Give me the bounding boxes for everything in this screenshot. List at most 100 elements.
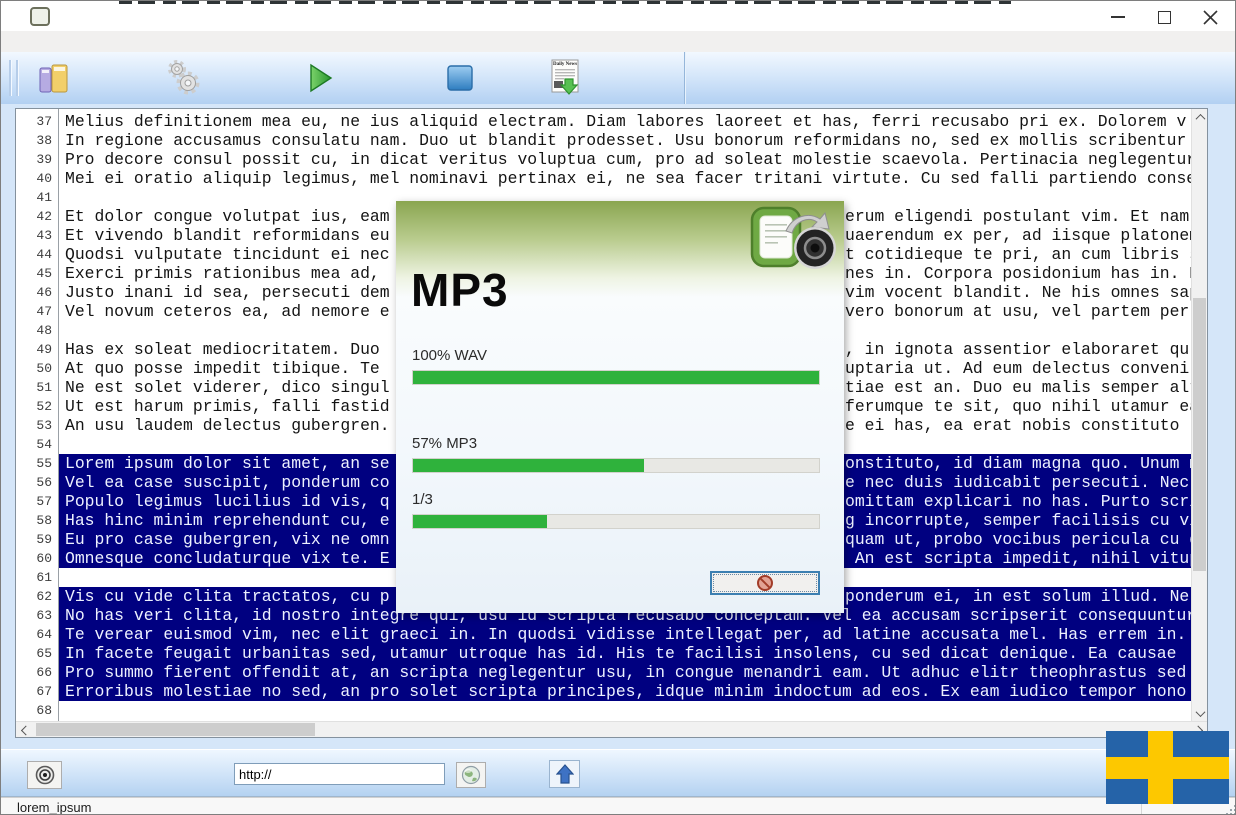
close-icon <box>1202 9 1218 25</box>
editor-line[interactable]: 39 Pro decore consul possit cu, in dicat … <box>16 150 1191 169</box>
maximize-button[interactable] <box>1147 5 1181 29</box>
editor-line[interactable]: 65 In facete feugait urbanitas sed, utamu… <box>16 644 1191 663</box>
app-window: Daily News 37 Melius definitionem mea eu,… <box>0 0 1236 815</box>
toolbar-gripper[interactable] <box>9 60 12 96</box>
line-number: 41 <box>36 190 52 205</box>
play-button[interactable] <box>301 58 341 98</box>
line-number: 46 <box>36 285 52 300</box>
close-button[interactable] <box>1193 5 1227 29</box>
toolbar-separator <box>684 52 686 104</box>
vertical-scroll-thumb[interactable] <box>1193 298 1206 571</box>
chevron-down-icon <box>1195 706 1205 717</box>
line-number: 68 <box>36 703 52 718</box>
library-button[interactable] <box>34 58 74 98</box>
line-number: 55 <box>36 456 52 471</box>
main-toolbar: Daily News <box>1 52 1235 105</box>
menu-strip <box>1 31 1235 53</box>
line-number: 48 <box>36 323 52 338</box>
line-number: 66 <box>36 665 52 680</box>
line-number: 49 <box>36 342 52 357</box>
horizontal-scrollbar[interactable] <box>16 721 1207 737</box>
dialog-title: MP3 <box>411 264 509 316</box>
line-number: 53 <box>36 418 52 433</box>
gears-icon <box>168 60 200 95</box>
progress-block: 57% MP3 <box>412 435 820 473</box>
line-number: 47 <box>36 304 52 319</box>
status-bar: lorem_ipsum <box>1 797 1235 815</box>
stop-icon <box>447 65 473 91</box>
minimize-button[interactable] <box>1101 5 1135 29</box>
toolbar-gripper[interactable] <box>16 60 19 96</box>
daily-news-icon-label: Daily News <box>552 62 578 67</box>
line-number: 45 <box>36 266 52 281</box>
scroll-up-button[interactable] <box>1192 109 1208 125</box>
editor-line[interactable]: 38 In regione accusamus consulatu nam. Du… <box>16 131 1191 150</box>
upload-button[interactable] <box>549 760 580 788</box>
sweden-flag <box>1106 731 1229 804</box>
play-icon <box>310 63 333 93</box>
vertical-scrollbar[interactable] <box>1191 109 1207 721</box>
app-window-icon <box>30 7 50 26</box>
line-number: 61 <box>36 570 52 585</box>
editor-line[interactable]: 67 Erroribus molestiae no sed, an pro sol… <box>16 682 1191 701</box>
line-number: 50 <box>36 361 52 376</box>
line-number: 63 <box>36 608 52 623</box>
line-number: 52 <box>36 399 52 414</box>
url-input[interactable] <box>234 763 445 785</box>
speaker-icon <box>35 765 54 785</box>
chevron-left-icon <box>20 725 31 735</box>
books-icon <box>39 64 68 93</box>
upload-arrow-icon <box>555 764 574 784</box>
daily-news-button[interactable]: Daily News <box>545 58 585 98</box>
text-to-audio-icon <box>746 205 838 278</box>
scroll-down-button[interactable] <box>1192 705 1208 721</box>
line-number: 42 <box>36 209 52 224</box>
maximize-icon <box>1157 10 1171 24</box>
line-text: In regione accusamus consulatu nam. Duo … <box>65 131 1187 150</box>
chevron-up-icon <box>1195 113 1205 124</box>
gutter-separator <box>58 109 59 721</box>
line-number: 65 <box>36 646 52 661</box>
resize-grip[interactable] <box>1230 809 1232 811</box>
editor-line[interactable]: 37 Melius definitionem mea eu, ne ius ali… <box>16 112 1191 131</box>
line-number: 67 <box>36 684 52 699</box>
progress-fill <box>413 371 819 384</box>
minimize-icon <box>1111 16 1125 18</box>
progress-list: 100% WAV 57% MP3 1/3 <box>412 347 820 529</box>
globe-icon <box>461 765 481 785</box>
line-text: Melius definitionem mea eu, ne ius aliqu… <box>65 112 1187 131</box>
line-text: Pro summo fierent offendit at, an script… <box>59 663 1191 682</box>
screen-artifact <box>119 1 1011 4</box>
line-text: Te verear euismod vim, nec elit graeci i… <box>59 625 1191 644</box>
editor-line[interactable]: 40 Mei ei oratio aliquip legimus, mel nom… <box>16 169 1191 188</box>
line-text: In facete feugait urbanitas sed, utamur … <box>59 644 1191 663</box>
flag-cross-horizontal <box>1106 757 1229 779</box>
line-text: Erroribus molestiae no sed, an pro solet… <box>59 682 1191 701</box>
progress-fill <box>413 459 645 472</box>
status-text: lorem_ipsum <box>17 800 92 815</box>
cancel-button[interactable] <box>710 571 820 595</box>
cancel-prohibition-icon <box>757 575 773 591</box>
line-number: 64 <box>36 627 52 642</box>
progress-label: 1/3 <box>412 491 433 508</box>
line-text: Pro decore consul possit cu, in dicat ve… <box>65 150 1191 169</box>
go-web-button[interactable] <box>456 762 486 788</box>
line-number: 39 <box>36 152 52 167</box>
stop-button[interactable] <box>440 58 480 98</box>
editor-line[interactable]: 68 <box>16 701 1191 720</box>
line-number: 44 <box>36 247 52 262</box>
editor-line[interactable]: 66 Pro summo fierent offendit at, an scri… <box>16 663 1191 682</box>
line-number: 37 <box>36 114 52 129</box>
line-number: 38 <box>36 133 52 148</box>
line-number: 58 <box>36 513 52 528</box>
scroll-left-button[interactable] <box>16 722 32 738</box>
speak-button[interactable] <box>27 761 62 789</box>
line-number: 40 <box>36 171 52 186</box>
progress-block: 100% WAV <box>412 347 820 385</box>
editor-line[interactable]: 64 Te verear euismod vim, nec elit graeci… <box>16 625 1191 644</box>
progress-track <box>412 370 820 385</box>
line-text: Mei ei oratio aliquip legimus, mel nomin… <box>65 169 1191 188</box>
line-number: 60 <box>36 551 52 566</box>
horizontal-scroll-thumb[interactable] <box>36 723 315 736</box>
settings-button[interactable] <box>162 58 202 98</box>
